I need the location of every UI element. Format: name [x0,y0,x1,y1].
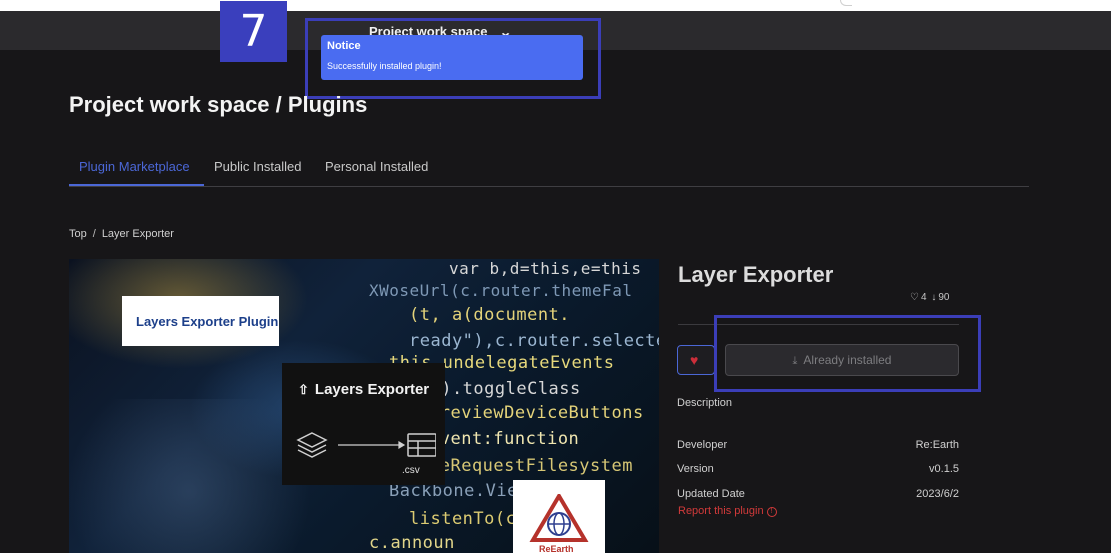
download-arrow-icon: ↓ [931,292,937,303]
hero-code-line: (t, a(document. [409,305,571,325]
already-installed-button[interactable]: ⤓ Already installed [725,344,959,376]
hero-code-line: c.announ [369,533,455,553]
updated-date-value: 2023/6/2 [916,488,959,500]
reearth-logo-card: ReEarth [513,480,605,553]
layers-icon [296,432,328,458]
install-button-label: Already installed [803,353,892,367]
hero-code-line: peRequestFilesystem [429,456,633,476]
version-label: Version [677,463,714,475]
share-icon: ⇧ [298,382,309,397]
notice-message: Successfully installed plugin! [327,61,442,71]
exporter-card: ⇧ Layers Exporter .csv [282,363,445,485]
hero-code-line: ready"),c.router.selectedT [409,331,659,351]
breadcrumb-separator: / [92,228,96,240]
report-plugin-label: Report this plugin [678,505,764,517]
version-value: v0.1.5 [929,463,959,475]
browser-tab-edge [840,0,852,6]
reearth-logo-icon [529,494,589,542]
exporter-card-title: ⇧ Layers Exporter [298,381,429,398]
reearth-logo-text: ReEarth [539,544,574,553]
description-label: Description [677,397,733,409]
plugin-hero-image: var b,d=this,e=this XWoseUrl(c.router.th… [69,259,659,553]
breadcrumb-top-link[interactable]: Top [69,228,87,240]
tab-public-installed[interactable]: Public Installed [214,159,301,174]
download-icon: ⤓ [792,355,798,367]
plugin-label-text: Layers Exporter Plugin [136,314,279,329]
hero-code-line: XWoseUrl(c.router.themeFal [369,281,633,300]
exporter-title-text: Layers Exporter [314,381,430,398]
breadcrumb-current: Layer Exporter [101,228,174,240]
active-tab-indicator [69,184,204,186]
page-title: Project work space / Plugins [69,92,368,117]
plugin-label-card: Layers Exporter Plugin [122,296,279,346]
likes-count: 4 [920,292,927,303]
info-icon: ! [766,507,777,517]
hero-code-line: PreviewDeviceButtons [429,403,644,423]
updated-date-label: Updated Date [677,488,745,500]
notice-toast: Notice Successfully installed plugin! [321,35,583,80]
developer-value: Re:Earth [915,439,959,451]
downloads-count: 90 [938,292,950,303]
report-plugin-link[interactable]: Report this plugin! [678,505,777,517]
plugin-tabs: Plugin Marketplace Public Installed Pers… [69,150,1029,187]
plugin-name: Layer Exporter [678,262,834,287]
like-button[interactable]: ♥ [677,345,715,375]
plugin-stats: ♡ 4 ↓ 90 [908,292,949,303]
hero-code-line: var b,d=this,e=this [449,259,642,278]
arrow-right-icon [338,440,406,450]
developer-label: Developer [677,439,728,451]
notice-title: Notice [327,40,361,52]
layers-to-csv-diagram [296,432,436,458]
table-icon [407,433,436,457]
browser-top-strip [0,0,1111,11]
breadcrumb: Top / Layer Exporter [69,228,174,240]
step-number-badge: 7 [220,1,287,62]
hero-code-line: event:function [429,429,580,449]
tab-personal-installed[interactable]: Personal Installed [325,159,428,174]
heart-icon: ♥ [690,352,699,368]
csv-label: .csv [402,465,420,476]
tab-plugin-marketplace[interactable]: Plugin Marketplace [79,159,190,174]
heart-outline-icon: ♡ [910,292,919,303]
